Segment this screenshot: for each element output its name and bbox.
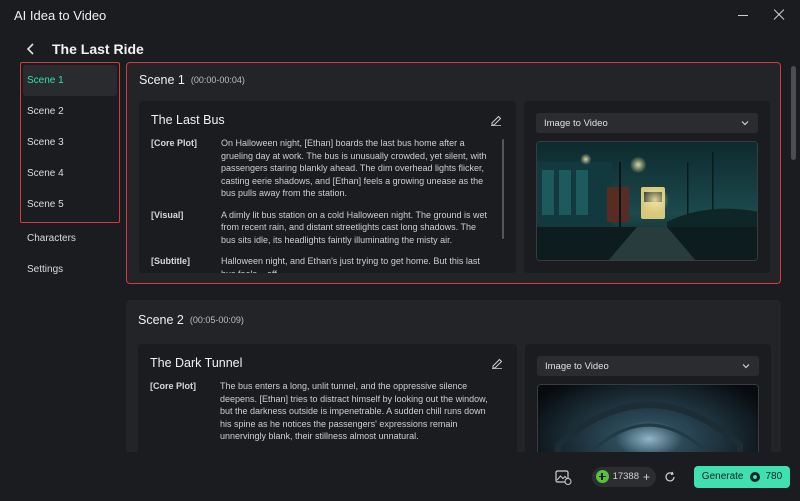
scene-header: Scene 2 (00:05-00:09) bbox=[126, 300, 781, 340]
media-panel: Image to Video bbox=[524, 101, 770, 273]
plot-title: The Last Bus bbox=[151, 113, 225, 127]
plot-text[interactable]: The bus enters a long, unlit tunnel, and… bbox=[220, 380, 503, 443]
sidebar-item-scene-5[interactable]: Scene 5 bbox=[21, 189, 119, 220]
sidebar-item-scene-2[interactable]: Scene 2 bbox=[21, 96, 119, 127]
plot-title-row: The Last Bus bbox=[151, 113, 502, 127]
scene-body: The Dark Tunnel [Core Plot] The bus ente… bbox=[126, 340, 781, 452]
generate-button[interactable]: Generate 780 bbox=[694, 465, 790, 488]
plot-row-visual: [Visual] A dimly lit bus station on a co… bbox=[151, 209, 502, 247]
plot-panel: The Last Bus [Core Plot] On Halloween ni… bbox=[139, 101, 516, 273]
page-title: The Last Ride bbox=[52, 41, 144, 57]
bus-station-image bbox=[537, 142, 757, 260]
plot-text[interactable]: Halloween night, and Ethan's just trying… bbox=[221, 255, 502, 273]
plot-label: [Subtitle] bbox=[151, 256, 190, 266]
content-scrollbar[interactable] bbox=[791, 66, 796, 160]
scene-card: Scene 2 (00:05-00:09) The Dark Tunnel [C… bbox=[126, 300, 781, 452]
scene-list: Scene 1 (00:00-00:04) The Last Bus [Core… bbox=[126, 62, 786, 452]
plot-label: [Core Plot] bbox=[151, 138, 197, 148]
plot-row-subtitle: [Subtitle] Halloween night, and Ethan's … bbox=[151, 255, 502, 273]
scene-name: Scene 2 bbox=[138, 313, 184, 327]
image-settings-icon[interactable] bbox=[554, 468, 572, 486]
sidebar-item-characters[interactable]: Characters bbox=[20, 223, 122, 254]
scene-thumbnail[interactable] bbox=[537, 384, 759, 452]
tunnel-image bbox=[538, 385, 758, 452]
mode-select[interactable]: Image to Video bbox=[536, 113, 758, 133]
sidebar-item-scene-1[interactable]: Scene 1 bbox=[23, 65, 117, 96]
back-arrow-icon[interactable] bbox=[24, 42, 38, 56]
media-panel: Image to Video bbox=[525, 344, 771, 452]
chevron-down-icon bbox=[741, 121, 749, 126]
plot-title: The Dark Tunnel bbox=[150, 356, 243, 370]
credit-coin-icon bbox=[595, 470, 609, 483]
scene-body: The Last Bus [Core Plot] On Halloween ni… bbox=[127, 97, 780, 273]
bottom-bar: 17388 + Generate 780 bbox=[0, 452, 800, 501]
mode-select[interactable]: Image to Video bbox=[537, 356, 759, 376]
credit-coin-icon bbox=[749, 471, 760, 482]
close-icon[interactable] bbox=[772, 8, 786, 22]
mode-select-value: Image to Video bbox=[545, 360, 609, 372]
scene-time: (00:00-00:04) bbox=[190, 75, 245, 85]
sidebar-item-scene-4[interactable]: Scene 4 bbox=[21, 158, 119, 189]
sidebar: Scene 1 Scene 2 Scene 3 Scene 4 Scene 5 … bbox=[20, 62, 122, 285]
plot-text[interactable]: On Halloween night, [Ethan] boards the l… bbox=[221, 137, 502, 200]
sidebar-item-scene-3[interactable]: Scene 3 bbox=[21, 127, 119, 158]
scene-header: Scene 1 (00:00-00:04) bbox=[127, 63, 780, 97]
title-bar: AI Idea to Video bbox=[0, 0, 800, 30]
plot-row-core: [Core Plot] On Halloween night, [Ethan] … bbox=[151, 137, 502, 200]
scene-card: Scene 1 (00:00-00:04) The Last Bus [Core… bbox=[126, 62, 781, 284]
page-header: The Last Ride bbox=[0, 36, 400, 62]
scene-nav: Scene 1 Scene 2 Scene 3 Scene 4 Scene 5 bbox=[20, 62, 120, 223]
mode-select-value: Image to Video bbox=[544, 117, 608, 129]
scene-thumbnail[interactable] bbox=[536, 141, 758, 261]
scene-time: (00:05-00:09) bbox=[189, 315, 244, 325]
credits-badge: 17388 + bbox=[591, 466, 656, 487]
scene-name: Scene 1 bbox=[139, 73, 185, 87]
plot-title-row: The Dark Tunnel bbox=[150, 356, 503, 370]
generate-label: Generate bbox=[701, 471, 744, 482]
edit-icon[interactable] bbox=[491, 357, 503, 369]
credits-value: 17388 bbox=[612, 471, 639, 482]
refresh-icon[interactable] bbox=[664, 471, 676, 483]
plot-text[interactable]: A dimly lit bus station on a cold Hallow… bbox=[221, 209, 502, 247]
minimize-icon[interactable] bbox=[736, 8, 750, 22]
plot-row-core: [Core Plot] The bus enters a long, unlit… bbox=[150, 380, 503, 443]
add-credits-icon[interactable]: + bbox=[643, 470, 650, 484]
sidebar-item-settings[interactable]: Settings bbox=[20, 254, 122, 285]
plot-label: [Visual] bbox=[151, 209, 184, 220]
plot-panel: The Dark Tunnel [Core Plot] The bus ente… bbox=[138, 344, 517, 452]
window-controls bbox=[736, 8, 786, 22]
app-title: AI Idea to Video bbox=[14, 7, 107, 23]
generate-cost: 780 bbox=[765, 471, 783, 482]
edit-icon[interactable] bbox=[490, 114, 502, 126]
chevron-down-icon bbox=[742, 364, 750, 369]
plot-label: [Core Plot] bbox=[150, 381, 196, 391]
plot-scrollbar[interactable] bbox=[502, 139, 504, 239]
